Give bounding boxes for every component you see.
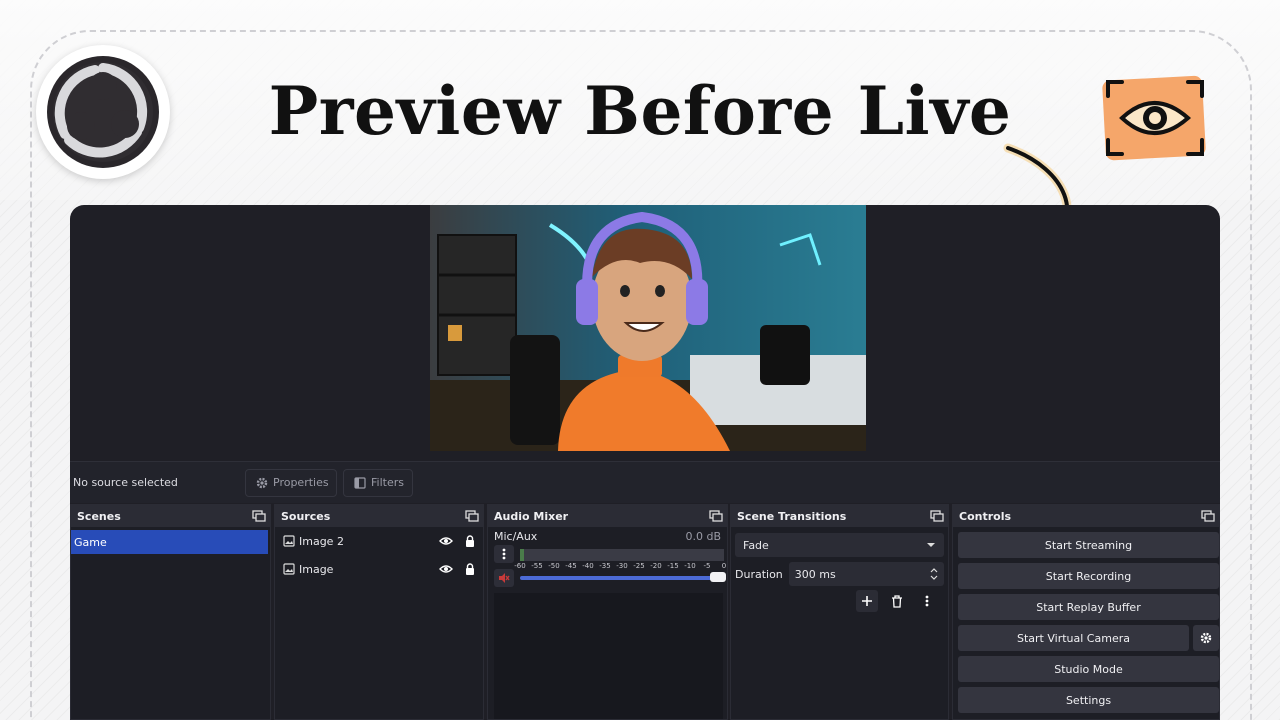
start-streaming-button[interactable]: Start Streaming xyxy=(958,532,1219,558)
start-replay-buffer-button[interactable]: Start Replay Buffer xyxy=(958,594,1219,620)
scene-transitions-title: Scene Transitions xyxy=(737,509,847,523)
sources-title: Sources xyxy=(281,509,331,523)
mixer-empty-area xyxy=(494,593,723,719)
meter-scale: -60 -55 -50 -45 -40 -35 -30 -25 -20 -15 -10 -5 0 xyxy=(514,562,727,572)
image-icon xyxy=(283,563,295,575)
source-name: Image xyxy=(299,562,334,576)
source-item[interactable]: Image xyxy=(275,555,483,583)
preview-canvas[interactable] xyxy=(430,205,866,451)
scenes-title: Scenes xyxy=(77,509,121,523)
gear-icon[interactable] xyxy=(1193,625,1219,651)
no-source-label: No source selected xyxy=(73,476,178,489)
virtual-camera-row: Start Virtual Camera xyxy=(953,625,1219,651)
properties-label: Properties xyxy=(273,476,329,489)
volume-knob[interactable] xyxy=(710,572,726,582)
scene-transitions-panel: Scene Transitions Fade Duration 300 ms xyxy=(730,504,949,720)
meter-scale-tick: -35 xyxy=(599,562,611,570)
audio-mixer-panel: Audio Mixer Mic/Aux 0.0 dB -60 -55 -50 -45-… xyxy=(487,504,728,720)
eye-icon[interactable] xyxy=(439,564,453,574)
meter-scale-tick: -50 xyxy=(548,562,560,570)
headline: Preview Before Live xyxy=(268,72,1012,150)
filters-label: Filters xyxy=(371,476,404,489)
meter-scale-tick: -5 xyxy=(703,562,711,570)
studio-mode-button[interactable]: Studio Mode xyxy=(958,656,1219,682)
scenes-header: Scenes xyxy=(71,505,270,527)
meter-scale-tick: -55 xyxy=(531,562,543,570)
meter-scale-tick: -40 xyxy=(582,562,594,570)
transition-tools xyxy=(731,590,938,612)
dock-icon[interactable] xyxy=(930,510,944,522)
start-recording-button[interactable]: Start Recording xyxy=(958,563,1219,589)
scenes-panel: Scenes Game xyxy=(70,504,271,720)
mixer-channel-row: Mic/Aux 0.0 dB xyxy=(488,527,727,543)
controls-header: Controls xyxy=(953,505,1219,527)
meter-scale-tick: -30 xyxy=(616,562,628,570)
kebab-icon[interactable] xyxy=(916,590,938,612)
eye-badge-icon xyxy=(1100,72,1210,164)
volume-meter xyxy=(520,549,724,561)
meter-fill xyxy=(520,549,525,561)
scene-item-game[interactable]: Game xyxy=(71,530,268,554)
source-item[interactable]: Image 2 xyxy=(275,527,483,555)
meter-scale-tick: -60 xyxy=(514,562,526,570)
audio-mixer-header: Audio Mixer xyxy=(488,505,727,527)
obs-logo-icon xyxy=(36,45,170,179)
dock-icon[interactable] xyxy=(252,510,266,522)
duration-value: 300 ms xyxy=(794,567,836,581)
filters-button[interactable]: Filters xyxy=(343,468,413,497)
sources-header: Sources xyxy=(275,505,483,527)
transition-value: Fade xyxy=(743,538,769,552)
controls-title: Controls xyxy=(959,509,1012,523)
gear-icon xyxy=(256,477,268,489)
mute-icon[interactable] xyxy=(494,569,514,587)
properties-button[interactable]: Properties xyxy=(245,468,337,497)
meter-scale-tick: -45 xyxy=(565,562,577,570)
meter-scale-tick: -20 xyxy=(650,562,662,570)
spin-icon[interactable] xyxy=(930,567,938,581)
duration-row: Duration 300 ms xyxy=(735,562,944,586)
source-toolbar: No source selected Properties Filters xyxy=(70,461,1220,503)
mixer-level: 0.0 dB xyxy=(685,530,721,543)
mixer-channel-name: Mic/Aux xyxy=(494,530,538,543)
meter-scale-tick: -15 xyxy=(667,562,679,570)
transition-select[interactable]: Fade xyxy=(735,533,944,557)
dock-icon[interactable] xyxy=(709,510,723,522)
duration-label: Duration xyxy=(735,567,783,581)
dock-icon[interactable] xyxy=(1201,510,1215,522)
audio-mixer-title: Audio Mixer xyxy=(494,509,569,523)
chevron-down-icon xyxy=(926,542,936,548)
start-virtual-camera-button[interactable]: Start Virtual Camera xyxy=(958,625,1189,651)
controls-panel: Controls Start Streaming Start Recording… xyxy=(952,504,1220,720)
volume-slider[interactable] xyxy=(520,572,726,582)
plus-icon[interactable] xyxy=(856,590,878,612)
source-name: Image 2 xyxy=(299,534,344,548)
settings-button[interactable]: Settings xyxy=(958,687,1219,713)
filter-icon xyxy=(354,476,366,489)
trash-icon[interactable] xyxy=(886,590,908,612)
image-icon xyxy=(283,535,295,547)
meter-scale-tick: -10 xyxy=(684,562,696,570)
duration-input[interactable]: 300 ms xyxy=(788,562,944,586)
dock-icon[interactable] xyxy=(465,510,479,522)
lock-icon[interactable] xyxy=(465,535,475,547)
sources-panel: Sources Image 2 Image xyxy=(274,504,484,720)
eye-icon[interactable] xyxy=(439,536,453,546)
obs-window: No source selected Properties Filters Sc… xyxy=(70,205,1220,720)
scene-transitions-header: Scene Transitions xyxy=(731,505,948,527)
meter-scale-tick: -25 xyxy=(633,562,645,570)
kebab-icon[interactable] xyxy=(494,545,514,563)
lock-icon[interactable] xyxy=(465,563,475,575)
mixer-channel: -60 -55 -50 -45 -40 -35 -30 -25 -20 -15 -10 -5 0 xyxy=(494,545,727,597)
meter-scale-tick: 0 xyxy=(721,562,727,570)
